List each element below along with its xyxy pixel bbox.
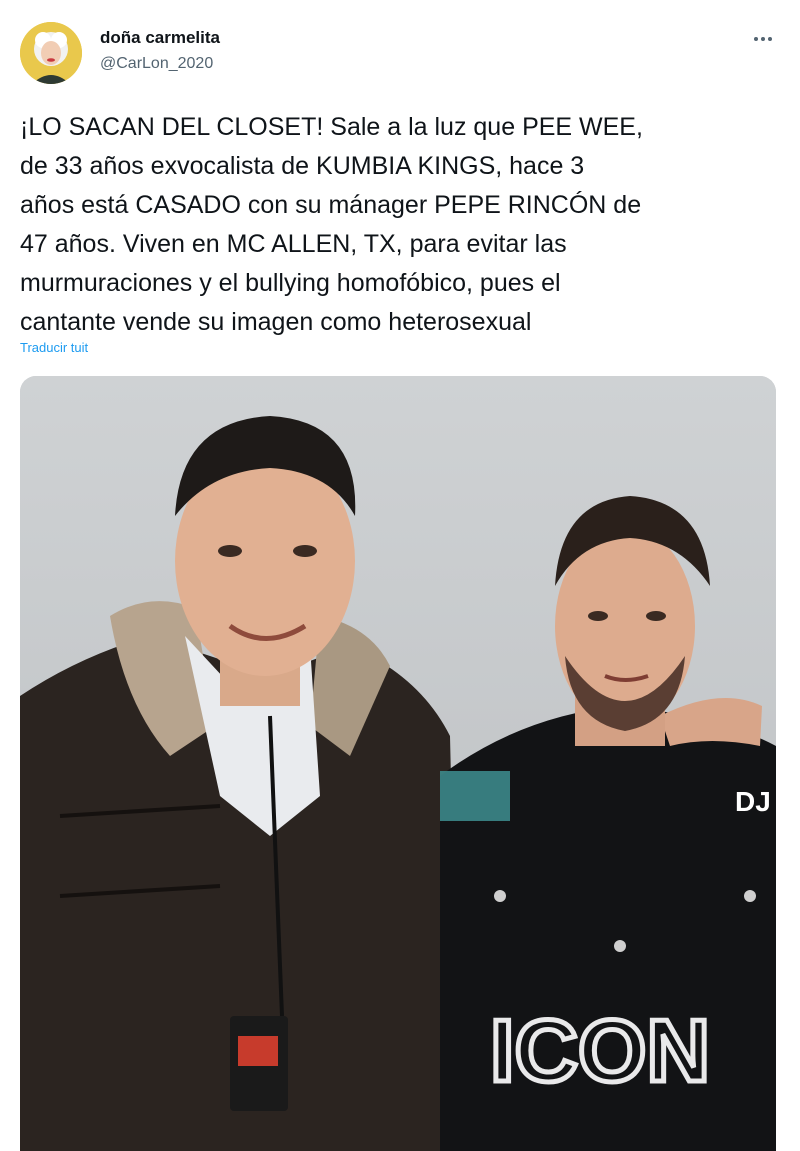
author-display-name[interactable]: doña carmelita	[100, 28, 220, 48]
tweet-text-line: cantante vende su imagen como heterosexu…	[20, 308, 532, 336]
tweet-photo[interactable]: ICON DJ	[20, 376, 776, 1151]
tweet-card[interactable]: doña carmelita @CarLon_2020 ¡LO SACAN DE…	[0, 0, 800, 1151]
author-handle[interactable]: @CarLon_2020	[100, 55, 213, 73]
author-avatar[interactable]	[20, 22, 82, 84]
photo-two-men-icon: ICON DJ	[20, 376, 776, 1151]
svg-text:DJ: DJ	[735, 786, 771, 817]
translate-tweet-link[interactable]: Traducir tuit	[20, 340, 88, 355]
more-options-icon[interactable]	[748, 24, 778, 54]
profile-avatar-icon	[20, 22, 82, 84]
tweet-text-line: ¡LO SACAN DEL CLOSET! Sale a la luz que …	[20, 113, 643, 141]
tweet-text-line: 47 años. Viven en MC ALLEN, TX, para evi…	[20, 230, 567, 258]
tweet-text-line: de 33 años exvocalista de KUMBIA KINGS, …	[20, 152, 585, 180]
tweet-text-line: murmuraciones y el bullying homofóbico, …	[20, 269, 561, 297]
tweet-text-line: años está CASADO con su mánager PEPE RIN…	[20, 191, 642, 219]
svg-text:ICON: ICON	[490, 1001, 710, 1100]
tweet-text: ¡LO SACAN DEL CLOSET! Sale a la luz que …	[20, 108, 780, 342]
